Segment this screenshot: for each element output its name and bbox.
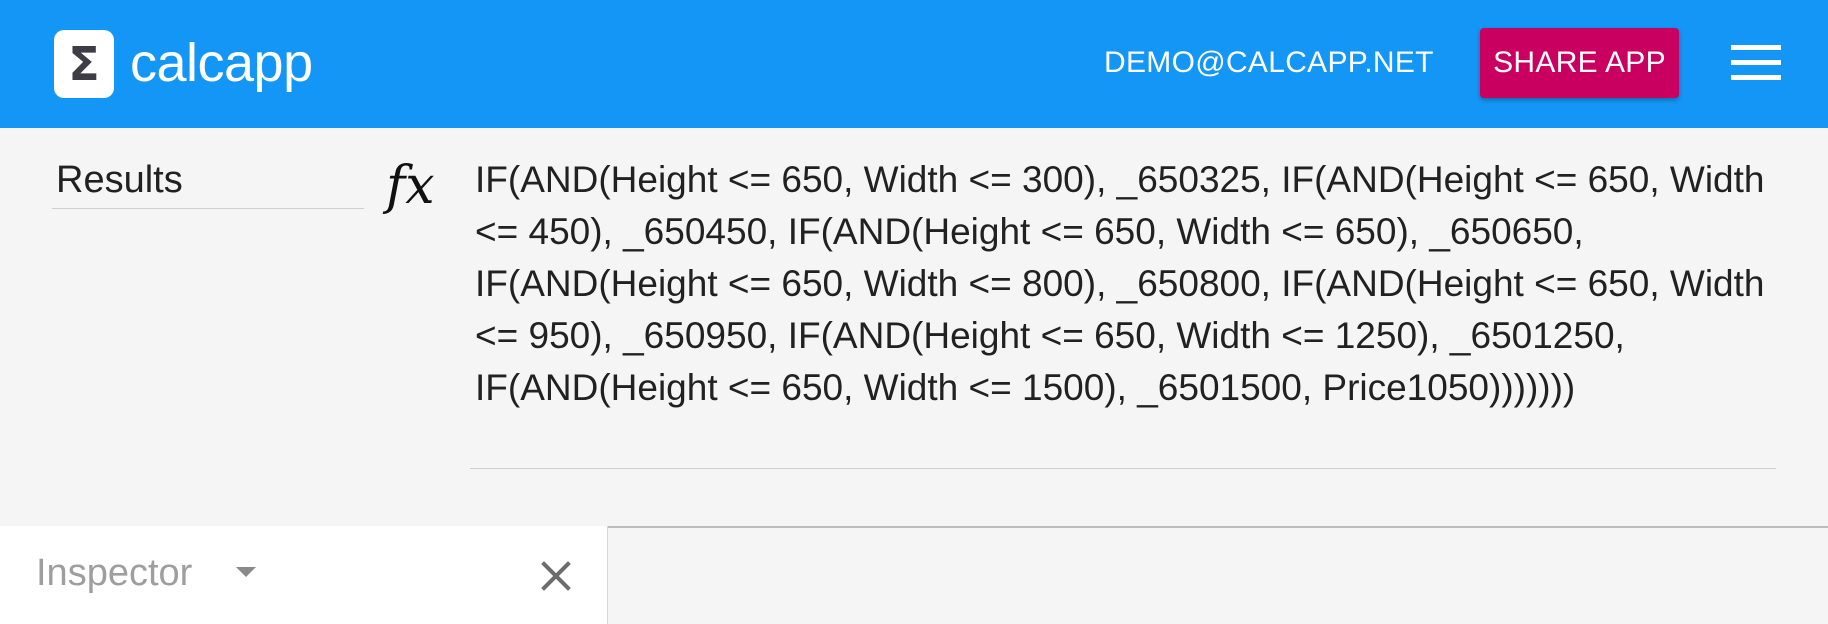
- field-name-underline: [52, 208, 364, 209]
- formula-underline: [470, 468, 1776, 469]
- inspector-title[interactable]: Inspector: [36, 545, 192, 601]
- calcapp-logo-icon[interactable]: Σ: [54, 30, 114, 98]
- dropdown-arrow-icon[interactable]: [236, 567, 256, 577]
- account-email-link[interactable]: DEMO@CALCAPP.NET: [1104, 40, 1434, 86]
- field-name-label[interactable]: Results: [56, 156, 183, 204]
- app-name[interactable]: calcapp: [130, 30, 313, 96]
- app-bar: Σ calcapp DEMO@CALCAPP.NET SHARE APP: [0, 0, 1828, 128]
- close-icon[interactable]: [536, 556, 576, 596]
- fx-icon: fx: [386, 156, 435, 216]
- share-app-button[interactable]: SHARE APP: [1480, 28, 1679, 98]
- hamburger-menu-icon[interactable]: [1731, 45, 1781, 81]
- logo-glyph: Σ: [68, 37, 100, 91]
- formula-input[interactable]: IF(AND(Height <= 650, Width <= 300), _65…: [475, 154, 1775, 414]
- app-canvas-area[interactable]: [608, 526, 1828, 624]
